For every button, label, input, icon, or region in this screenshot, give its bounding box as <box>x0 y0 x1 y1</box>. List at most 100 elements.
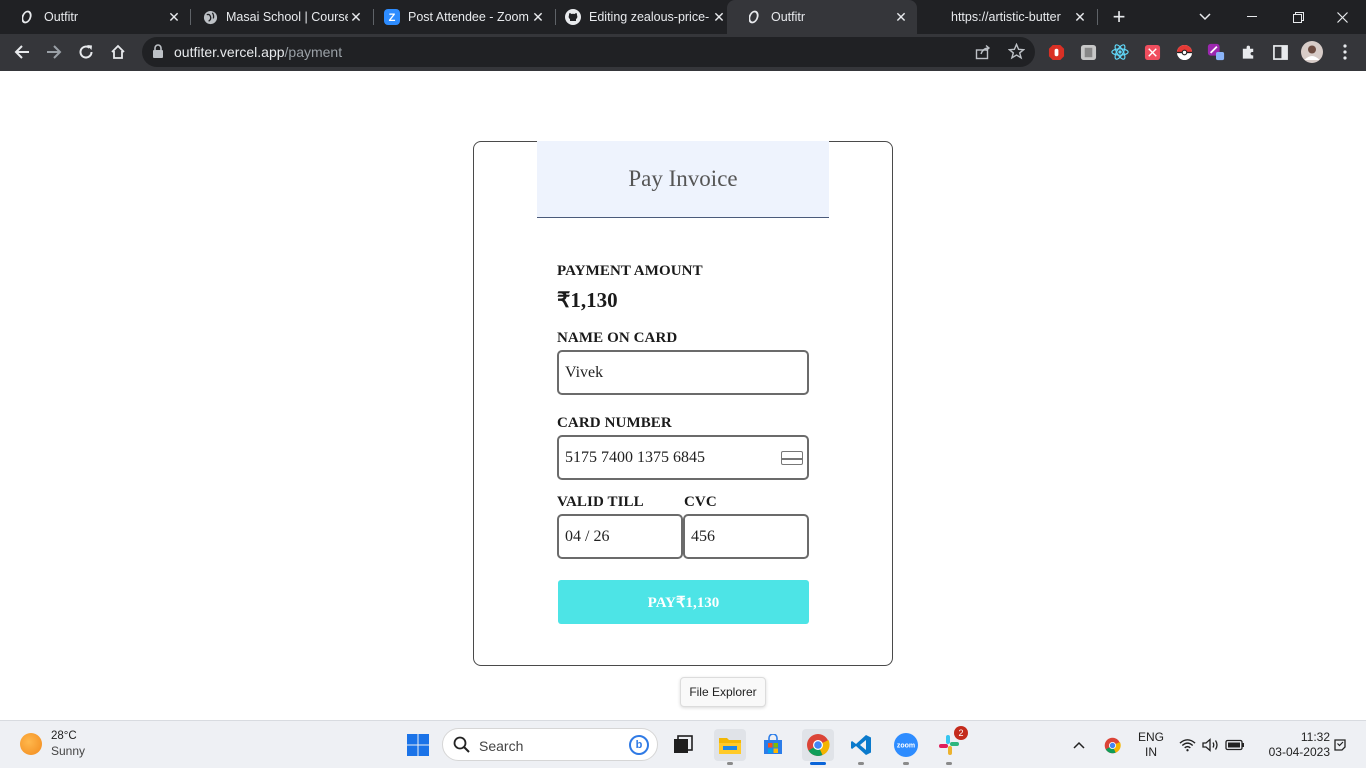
web-page: Pay Invoice PAYMENT AMOUNT ₹1,130 NAME O… <box>0 71 1366 720</box>
task-view-icon[interactable] <box>667 729 699 761</box>
language-line-2: IN <box>1145 745 1157 759</box>
side-panel-icon[interactable] <box>1271 43 1289 61</box>
zoom-icon: Z <box>384 9 400 25</box>
chrome-icon[interactable] <box>802 729 834 765</box>
back-arrow-icon[interactable] <box>8 38 36 66</box>
tab-artistic-butter[interactable]: https://artistic-butter ✕ <box>930 0 1096 34</box>
url-host: outfiter.vercel.app <box>174 44 285 60</box>
close-tab-icon[interactable]: ✕ <box>893 9 909 25</box>
active-indicator <box>810 762 826 765</box>
close-tab-icon[interactable]: ✕ <box>711 9 727 25</box>
running-indicator <box>858 762 864 765</box>
battery-icon[interactable] <box>1222 729 1248 761</box>
name-on-card-input[interactable]: Vivek <box>557 350 809 395</box>
slack-icon[interactable]: 2 <box>933 726 968 765</box>
devtool-extension-icon[interactable] <box>1143 43 1161 61</box>
windows-start-icon[interactable] <box>402 729 434 761</box>
url-path: /payment <box>284 44 343 60</box>
bing-icon[interactable]: b <box>629 735 649 755</box>
payment-amount-value: ₹1,130 <box>557 288 618 312</box>
address-bar[interactable]: outfiter.vercel.app/payment <box>142 37 1035 67</box>
adblock-extension-icon[interactable] <box>1047 43 1065 61</box>
show-hidden-icons-chevron-icon[interactable] <box>1064 729 1094 761</box>
file-explorer-icon[interactable] <box>714 729 746 765</box>
close-tab-icon[interactable]: ✕ <box>348 9 364 25</box>
name-on-card-label: NAME ON CARD <box>557 330 678 346</box>
outfitr-logo-icon <box>20 9 36 25</box>
cvc-value: 456 <box>691 527 715 545</box>
close-tab-icon[interactable]: ✕ <box>166 9 182 25</box>
svg-text:Z: Z <box>389 12 396 24</box>
sun-icon <box>20 733 42 755</box>
language-indicator[interactable]: ENG IN <box>1135 730 1167 760</box>
clock[interactable]: 11:32 03-04-2023 <box>1254 730 1330 760</box>
new-tab-button[interactable]: + <box>1106 0 1132 34</box>
clock-time: 11:32 <box>1300 730 1330 744</box>
url-text[interactable]: outfiter.vercel.app/payment <box>174 44 342 60</box>
search-placeholder: Search <box>479 738 524 754</box>
github-icon <box>565 9 581 25</box>
card-number-label: CARD NUMBER <box>557 415 672 431</box>
card-number-input[interactable]: 5175 7400 1375 6845 <box>557 435 809 480</box>
tab-zoom[interactable]: Z Post Attendee - Zoom ✕ <box>364 0 554 34</box>
lock-icon[interactable] <box>152 44 164 64</box>
tab-outfitr-1[interactable]: Outfitr ✕ <box>0 0 190 34</box>
running-indicator <box>727 762 733 765</box>
tab-outfitr-active[interactable]: Outfitr ✕ <box>727 0 917 34</box>
tab-search-chevron-icon[interactable] <box>1193 0 1217 34</box>
valid-till-input[interactable]: 04 / 26 <box>557 514 683 559</box>
close-tab-icon[interactable]: ✕ <box>530 9 546 25</box>
cvc-input[interactable]: 456 <box>683 514 809 559</box>
page-title: Pay Invoice <box>628 166 738 191</box>
react-devtools-icon[interactable] <box>1111 43 1129 61</box>
tab-title: Masai School | Course <box>226 10 348 24</box>
weather-widget[interactable]: 28°C Sunny <box>20 729 85 759</box>
tab-masai-school[interactable]: Masai School | Course ✕ <box>182 0 372 34</box>
file-explorer-tooltip: File Explorer <box>680 677 766 707</box>
running-indicator <box>903 762 909 765</box>
more-menu-icon[interactable] <box>1336 43 1354 61</box>
forward-arrow-icon[interactable] <box>40 38 68 66</box>
close-window-icon[interactable] <box>1322 0 1362 34</box>
tab-title: Post Attendee - Zoom <box>408 10 529 24</box>
browser-tab-strip: Outfitr ✕ Masai School | Course ✕ Z Post… <box>0 0 1366 34</box>
restore-window-icon[interactable] <box>1278 0 1318 34</box>
tab-title: https://artistic-butter <box>951 10 1061 24</box>
reload-icon[interactable] <box>72 38 100 66</box>
home-icon[interactable] <box>104 38 132 66</box>
name-on-card-value: Vivek <box>565 363 604 381</box>
pay-button[interactable]: PAY₹1,130 <box>558 580 809 624</box>
search-icon <box>453 736 471 759</box>
windows-taskbar: 28°C Sunny Search b zoom 2 ENG IN 11:32 … <box>0 720 1366 768</box>
close-tab-icon[interactable]: ✕ <box>1072 9 1088 25</box>
chrome-tray-icon[interactable] <box>1097 729 1127 761</box>
tab-title: Editing zealous-price- <box>589 10 710 24</box>
taskbar-search-input[interactable]: Search b <box>442 728 658 761</box>
vscode-icon[interactable] <box>845 729 877 765</box>
profile-avatar[interactable] <box>1301 41 1323 63</box>
globe-icon <box>202 9 218 25</box>
microsoft-store-icon[interactable] <box>757 729 789 761</box>
valid-till-label: VALID TILL <box>557 494 644 510</box>
page-extension-icon[interactable] <box>1079 43 1097 61</box>
payment-amount-label: PAYMENT AMOUNT <box>557 263 703 279</box>
credit-card-icon <box>781 451 803 465</box>
tab-title: Outfitr <box>771 10 806 24</box>
valid-till-value: 04 / 26 <box>565 527 610 545</box>
color-picker-extension-icon[interactable] <box>1207 43 1225 61</box>
slack-notification-badge: 2 <box>954 726 968 740</box>
volume-icon[interactable] <box>1198 729 1224 761</box>
share-icon[interactable] <box>975 44 991 65</box>
tab-title: Outfitr <box>44 10 79 24</box>
puzzle-extensions-icon[interactable] <box>1239 43 1257 61</box>
pokeball-extension-icon[interactable] <box>1175 43 1193 61</box>
minimize-window-icon[interactable] <box>1232 0 1272 34</box>
wifi-icon[interactable] <box>1174 729 1200 761</box>
bookmark-star-icon[interactable] <box>1007 42 1026 65</box>
card-number-value: 5175 7400 1375 6845 <box>565 448 705 466</box>
browser-toolbar: outfiter.vercel.app/payment <box>0 34 1366 71</box>
notification-center-icon[interactable] <box>1328 729 1352 761</box>
tab-github-editing[interactable]: Editing zealous-price- ✕ <box>545 0 735 34</box>
language-line-1: ENG <box>1137 730 1164 744</box>
zoom-app-icon[interactable]: zoom <box>890 729 922 765</box>
